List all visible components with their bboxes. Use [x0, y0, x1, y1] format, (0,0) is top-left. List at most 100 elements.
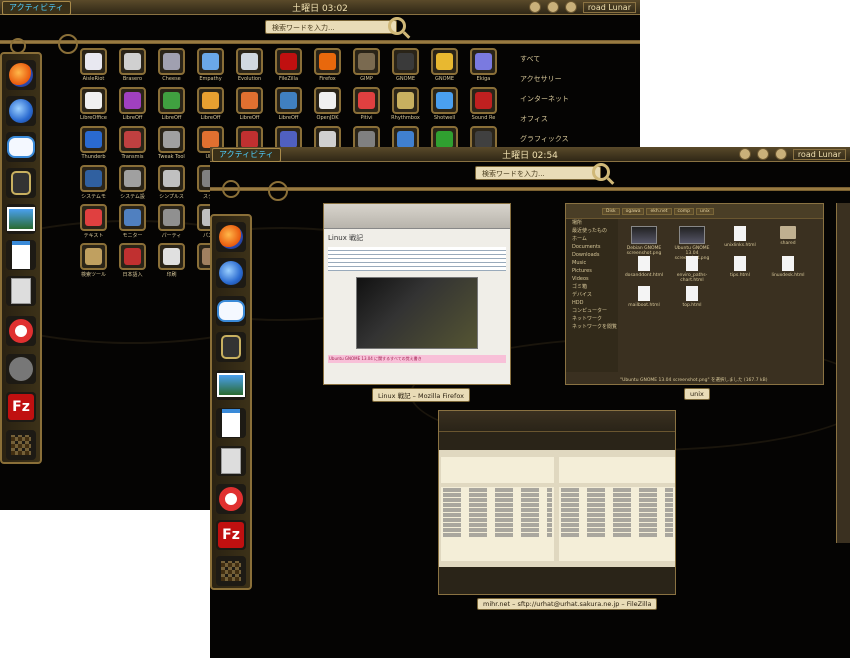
- file-row[interactable]: [561, 513, 673, 517]
- app-icon[interactable]: Thunderb: [78, 126, 109, 166]
- sidebar-item[interactable]: Downloads: [566, 251, 618, 259]
- file-row[interactable]: [561, 488, 673, 492]
- file-item[interactable]: Debian GNOME screenshot.png: [624, 226, 664, 256]
- file-row[interactable]: [443, 513, 552, 517]
- file-row[interactable]: [443, 488, 552, 492]
- app-icon[interactable]: システム設: [117, 165, 148, 205]
- category-item[interactable]: グラフィックス: [520, 134, 569, 144]
- dash-shotwell[interactable]: [216, 370, 246, 400]
- file-row[interactable]: [561, 523, 673, 527]
- clock[interactable]: 土曜日 02:54: [502, 148, 558, 161]
- app-icon[interactable]: Sound Re: [468, 87, 499, 127]
- accessibility-icon[interactable]: [738, 148, 751, 160]
- app-icon[interactable]: パーティ: [156, 204, 187, 244]
- dash-tweak[interactable]: [6, 354, 36, 384]
- app-icon[interactable]: LibreOff: [195, 87, 226, 127]
- network-icon[interactable]: [564, 1, 577, 13]
- dash-firefox[interactable]: [216, 222, 246, 252]
- category-item[interactable]: すべて: [520, 54, 540, 64]
- dash-filezilla[interactable]: Fz: [6, 392, 36, 422]
- sidebar-item[interactable]: HDD: [566, 299, 618, 307]
- dash-files[interactable]: [6, 276, 36, 306]
- file-item[interactable]: linuxdesk.html: [768, 256, 808, 278]
- app-icon[interactable]: LibreOff: [273, 87, 304, 127]
- app-icon[interactable]: Rhythmbox: [390, 87, 421, 127]
- file-row[interactable]: [561, 528, 673, 532]
- dash-writer[interactable]: [216, 408, 246, 438]
- category-item[interactable]: オフィス: [520, 114, 548, 124]
- category-item[interactable]: アクセサリー: [520, 74, 562, 84]
- app-icon[interactable]: システムモ: [78, 165, 109, 205]
- app-icon[interactable]: LibreOff: [156, 87, 187, 127]
- user-menu[interactable]: road Lunar: [792, 148, 846, 160]
- file-item[interactable]: shared: [768, 226, 808, 246]
- activities-button[interactable]: アクティビティ: [2, 1, 71, 15]
- file-row[interactable]: [561, 508, 673, 512]
- app-icon[interactable]: Transmis: [117, 126, 148, 166]
- show-apps-button[interactable]: [6, 430, 36, 460]
- firefox-window[interactable]: Linux 戦記 Ubuntu GNOME 13.04 に関するすべての覚え書き: [323, 203, 511, 385]
- sidebar-item[interactable]: ホーム: [566, 235, 618, 243]
- app-icon[interactable]: FileZilla: [273, 48, 304, 88]
- file-row[interactable]: [561, 503, 673, 507]
- file-item[interactable]: unixlinks.html: [720, 226, 760, 248]
- app-icon[interactable]: Tweak Tool: [156, 126, 187, 166]
- accessibility-icon[interactable]: [528, 1, 541, 13]
- sidebar-item[interactable]: Videos: [566, 275, 618, 283]
- file-row[interactable]: [561, 493, 673, 497]
- app-icon[interactable]: モニター: [117, 204, 148, 244]
- dash-thunderbird[interactable]: [6, 96, 36, 126]
- search-icon[interactable]: [592, 163, 610, 181]
- file-row[interactable]: [443, 493, 552, 497]
- file-item[interactable]: tips.html: [720, 256, 760, 278]
- app-icon[interactable]: Empathy: [195, 48, 226, 88]
- volume-icon[interactable]: [756, 148, 769, 160]
- file-row[interactable]: [443, 528, 552, 532]
- app-icon[interactable]: OpenJDK: [312, 87, 343, 127]
- path-segment[interactable]: comp: [673, 207, 694, 215]
- path-segment[interactable]: ekh.net: [646, 207, 672, 215]
- file-row[interactable]: [443, 533, 552, 537]
- sidebar-item[interactable]: Documents: [566, 243, 618, 251]
- dash-thunderbird[interactable]: [216, 258, 246, 288]
- files-window[interactable]: Disk ogawa ekh.net comp unix 場所 最近使ったもの ホーム Doc…: [565, 203, 824, 385]
- app-icon[interactable]: シンプルス: [156, 165, 187, 205]
- sidebar-item[interactable]: 場所: [566, 219, 618, 227]
- app-icon[interactable]: Evolution: [234, 48, 265, 88]
- user-menu[interactable]: road Lunar: [582, 1, 636, 13]
- app-icon[interactable]: LibreOffice: [78, 87, 109, 127]
- sidebar-item[interactable]: Music: [566, 259, 618, 267]
- app-icon[interactable]: AisleRiot: [78, 48, 109, 88]
- volume-icon[interactable]: [546, 1, 559, 13]
- path-segment[interactable]: ogawa: [621, 207, 645, 215]
- app-icon[interactable]: Firefox: [312, 48, 343, 88]
- app-icon[interactable]: GIMP: [351, 48, 382, 88]
- sidebar-item[interactable]: ゴミ箱: [566, 283, 618, 291]
- file-item[interactable]: mailboot.html: [624, 286, 664, 308]
- browser-highlight-link[interactable]: Ubuntu GNOME 13.04 に関するすべての覚え書き: [328, 355, 506, 363]
- app-icon[interactable]: Pitivi: [351, 87, 382, 127]
- dash-writer[interactable]: [6, 240, 36, 270]
- search-icon[interactable]: [388, 17, 406, 35]
- file-item[interactable]: top.html: [672, 286, 712, 308]
- file-row[interactable]: [561, 498, 673, 502]
- file-row[interactable]: [443, 508, 552, 512]
- sidebar-item[interactable]: ネットワーク: [566, 315, 618, 323]
- dash-help[interactable]: [6, 316, 36, 346]
- category-item[interactable]: インターネット: [520, 94, 569, 104]
- dash-filezilla[interactable]: Fz: [216, 520, 246, 550]
- file-row[interactable]: [443, 523, 552, 527]
- file-item[interactable]: enviro_paths-chart.html: [672, 256, 712, 283]
- app-icon[interactable]: Cheese: [156, 48, 187, 88]
- file-row[interactable]: [561, 533, 673, 537]
- file-row[interactable]: [561, 518, 673, 522]
- search-input[interactable]: 検索ワードを入力...: [265, 17, 406, 35]
- app-icon[interactable]: GNOME: [429, 48, 460, 88]
- dash-firefox[interactable]: [6, 60, 36, 90]
- path-segment[interactable]: unix: [696, 207, 714, 215]
- sidebar-item[interactable]: 最近使ったもの: [566, 227, 618, 235]
- search-input[interactable]: 検索ワードを入力...: [475, 163, 610, 181]
- app-icon[interactable]: LibreOff: [117, 87, 148, 127]
- network-icon[interactable]: [774, 148, 787, 160]
- clock[interactable]: 土曜日 03:02: [292, 1, 348, 14]
